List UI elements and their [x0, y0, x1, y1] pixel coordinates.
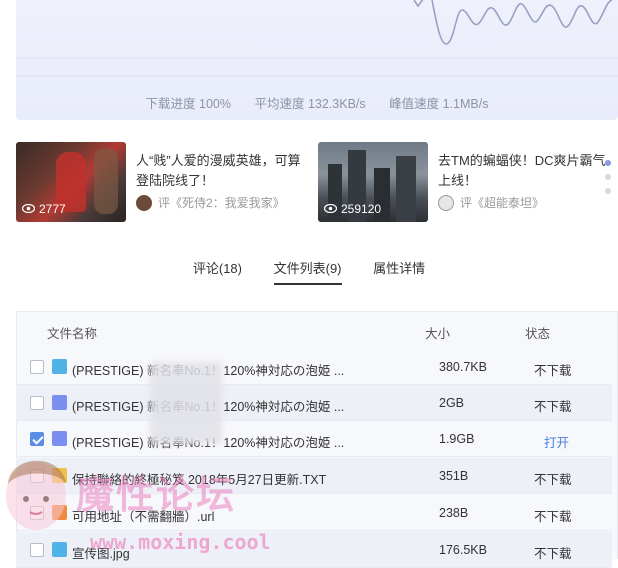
table-row[interactable]: (PRESTIGE) 新名奉No.1！120%神対応の泡姫 ... 2GB 不下…: [16, 385, 612, 421]
recommendation-cards: 2777 人“贱”人爱的漫威英雄，可算登陆院线了！ 评《死侍2：我爱我家》 25…: [16, 142, 618, 222]
column-header-name[interactable]: 文件名称: [47, 323, 97, 342]
file-state[interactable]: 不下载: [534, 360, 572, 379]
file-name[interactable]: 宣传图.jpg: [72, 543, 412, 562]
tab-comments[interactable]: 评论(18): [193, 258, 242, 283]
file-name[interactable]: 保持聯絡的終極秘笈 2018年5月27日更新.TXT: [72, 469, 412, 488]
table-row[interactable]: 可用地址（不需翻牆）.url 238B 不下载: [16, 495, 612, 531]
view-count-value: 2777: [39, 202, 66, 216]
column-header-state[interactable]: 状态: [525, 323, 550, 342]
card-meta: 评《超能泰坦》: [438, 194, 544, 211]
file-state[interactable]: 不下载: [534, 469, 572, 488]
table-header: 文件名称 大小 状态: [17, 312, 617, 350]
table-row[interactable]: 宣传图.jpg 176.5KB 不下载: [16, 532, 612, 568]
table-row[interactable]: (PRESTIGE) 新名奉No.1！120%神対応の泡姫 ... 1.9GB …: [16, 421, 612, 457]
peak-speed-stat: 峰值速度 1.1MB/s: [389, 97, 489, 111]
row-checkbox[interactable]: [30, 469, 44, 483]
eye-icon: [323, 202, 338, 216]
file-size: 1.9GB: [439, 432, 475, 446]
file-state[interactable]: 不下载: [534, 396, 572, 415]
row-checkbox[interactable]: [30, 432, 44, 446]
file-size: 2GB: [439, 396, 465, 410]
view-count: 259120: [323, 202, 382, 216]
pager-dot[interactable]: [605, 174, 611, 180]
file-name[interactable]: (PRESTIGE) 新名奉No.1！120%神対応の泡姫 ...: [72, 360, 412, 379]
redaction-blur: [150, 362, 222, 444]
recommendation-card[interactable]: 259120 去TM的蝙蝠侠！DC爽片霸气上线！ 评《超能泰坦》: [318, 142, 608, 222]
open-link[interactable]: 打开: [544, 432, 569, 451]
row-checkbox[interactable]: [30, 543, 44, 557]
card-meta: 评《死侍2：我爱我家》: [136, 194, 285, 211]
progress-stat: 下载进度 100%: [145, 97, 231, 111]
view-count-value: 259120: [341, 202, 382, 216]
row-checkbox[interactable]: [30, 360, 44, 374]
tab-file-list[interactable]: 文件列表(9): [273, 258, 342, 285]
card-thumbnail[interactable]: 2777: [16, 142, 126, 222]
eye-icon: [21, 202, 36, 216]
image-icon: [52, 359, 67, 374]
tab-properties[interactable]: 属性详情: [373, 258, 425, 283]
file-size: 380.7KB: [439, 360, 487, 374]
row-checkbox[interactable]: [30, 396, 44, 410]
file-size: 176.5KB: [439, 543, 487, 557]
pager-dot[interactable]: [605, 188, 611, 194]
video-icon: [52, 395, 67, 410]
file-name[interactable]: (PRESTIGE) 新名奉No.1！120%神対応の泡姫 ...: [72, 396, 412, 415]
card-thumbnail[interactable]: 259120: [318, 142, 428, 222]
link-icon: [52, 505, 67, 520]
file-name[interactable]: 可用地址（不需翻牆）.url: [72, 506, 412, 525]
row-checkbox[interactable]: [30, 506, 44, 520]
view-count: 2777: [21, 202, 66, 216]
table-row[interactable]: 保持聯絡的終極秘笈 2018年5月27日更新.TXT 351B 不下载: [16, 458, 612, 494]
file-size: 238B: [439, 506, 469, 520]
card-title[interactable]: 人“贱”人爱的漫威英雄，可算登陆院线了！: [136, 151, 306, 191]
avatar: [438, 194, 454, 211]
detail-tabs: 评论(18) 文件列表(9) 属性详情: [0, 258, 618, 285]
video-icon: [52, 431, 67, 446]
text-icon: [52, 468, 67, 483]
file-state[interactable]: 不下载: [534, 506, 572, 525]
avatar: [136, 194, 152, 211]
avg-speed-stat: 平均速度 132.3KB/s: [254, 97, 366, 111]
file-size: 351B: [439, 469, 469, 483]
file-state[interactable]: 不下载: [534, 543, 572, 562]
file-name[interactable]: (PRESTIGE) 新名奉No.1！120%神対応の泡姫 ...: [72, 432, 412, 451]
carousel-pager: [605, 160, 611, 202]
speed-panel: 下载进度 100% 平均速度 132.3KB/s 峰值速度 1.1MB/s: [16, 0, 618, 120]
card-title[interactable]: 去TM的蝙蝠侠！DC爽片霸气上线！: [438, 151, 608, 191]
card-meta-text: 评《死侍2：我爱我家》: [158, 196, 285, 210]
pager-dot[interactable]: [605, 160, 611, 166]
card-meta-text: 评《超能泰坦》: [460, 196, 545, 210]
table-row[interactable]: (PRESTIGE) 新名奉No.1！120%神対応の泡姫 ... 380.7K…: [16, 349, 612, 385]
image-icon: [52, 542, 67, 557]
recommendation-card[interactable]: 2777 人“贱”人爱的漫威英雄，可算登陆院线了！ 评《死侍2：我爱我家》: [16, 142, 306, 222]
column-header-size[interactable]: 大小: [425, 323, 450, 342]
